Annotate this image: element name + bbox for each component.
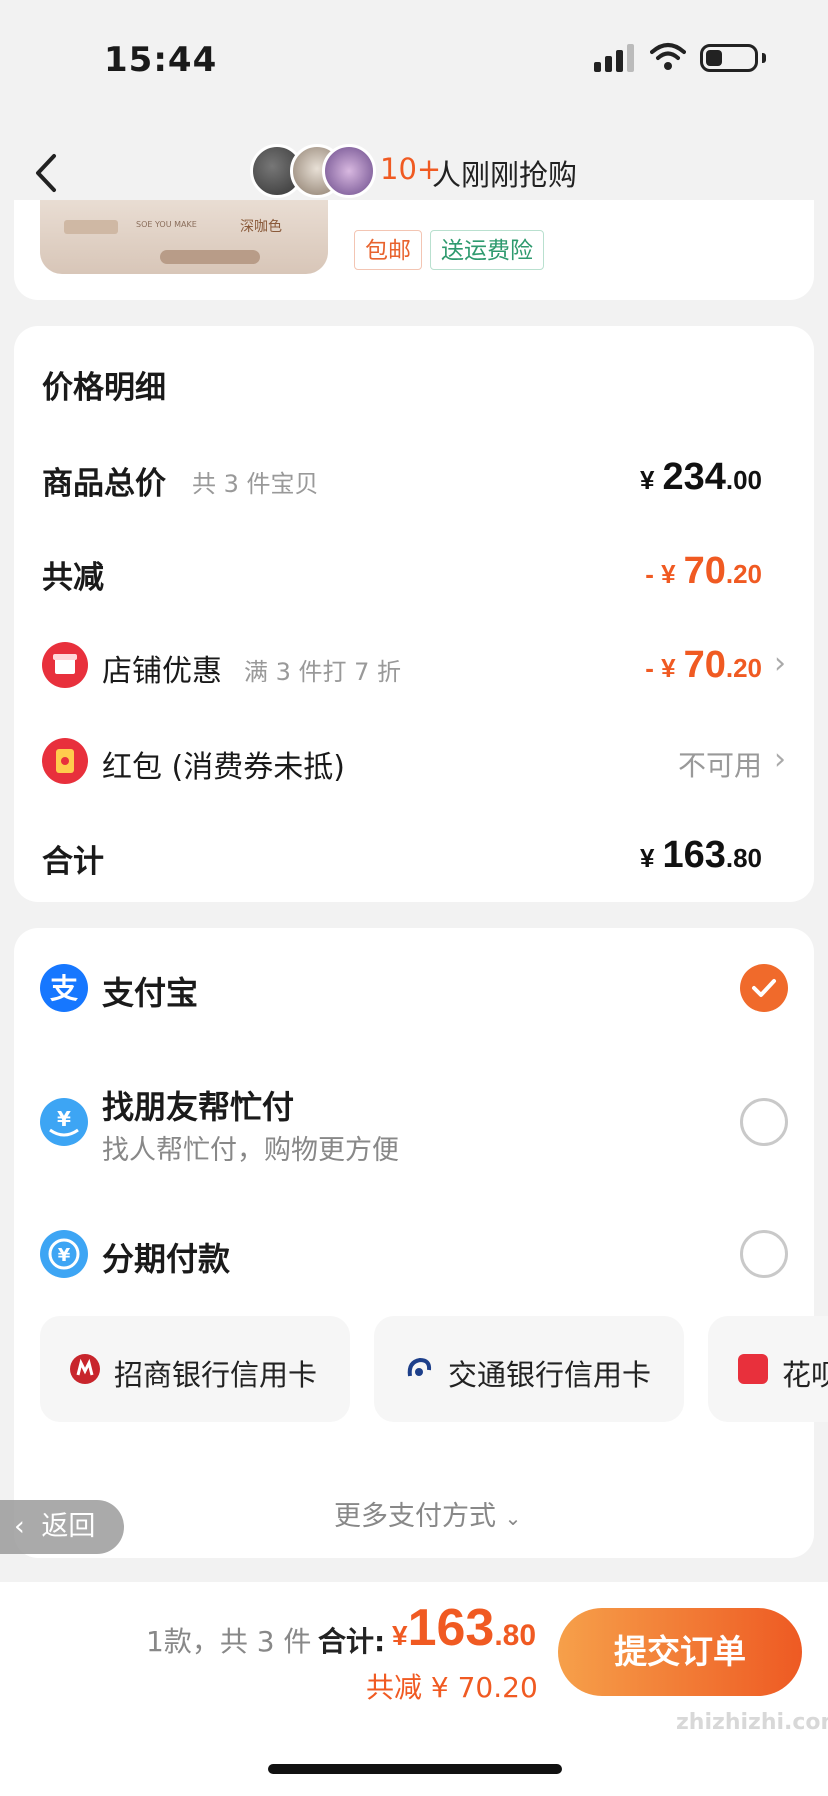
red-packet-status[interactable]: 不可用 (678, 744, 762, 784)
submit-order-button[interactable]: 提交订单 (558, 1608, 802, 1696)
chevron-right-icon[interactable]: › (774, 742, 786, 777)
bocom-credit-card-chip[interactable]: 交通银行信用卡 (374, 1316, 684, 1422)
shipping-insurance-tag: 送运费险 (430, 230, 544, 270)
floating-back-button[interactable]: ‹ 返回 (0, 1500, 124, 1554)
cmb-credit-card-label: 招商银行信用卡 (114, 1358, 318, 1392)
friend-pay-subtitle: 找人帮忙付，购物更方便 (102, 1135, 399, 1166)
installment-radio[interactable] (740, 1230, 788, 1278)
product-image[interactable]: SOE YOU MAKE 深咖色 (40, 200, 328, 274)
installment-icon: ¥ (40, 1230, 88, 1278)
subtotal-amount: ¥163.80 (639, 834, 762, 876)
shop-discount-note: 满 3 件打 7 折 (244, 658, 402, 686)
installment-option-label[interactable]: 分期付款 (102, 1234, 230, 1280)
huabei-chip[interactable]: 花呗 (708, 1316, 828, 1422)
bocom-credit-card-label: 交通银行信用卡 (448, 1358, 652, 1392)
recent-buyers-text: 人刚刚抢购 (432, 158, 578, 192)
shop-discount-amount[interactable]: - ¥70.20 (645, 644, 762, 687)
status-time: 15:44 (104, 40, 218, 80)
svg-text:支: 支 (50, 972, 78, 1005)
product-color-label: 深咖色 (240, 219, 282, 235)
bocom-bank-icon (404, 1354, 434, 1384)
red-packet-icon (42, 738, 88, 784)
goods-total-amount: ¥234.00 (639, 456, 762, 498)
back-arrow-icon[interactable] (26, 148, 66, 198)
cmb-credit-card-chip[interactable]: 招商银行信用卡 (40, 1316, 350, 1422)
battery-tip (762, 53, 766, 63)
cellular-signal-icon (594, 44, 634, 72)
huabei-label: 花呗 (782, 1358, 828, 1392)
total-discount-label: 共减 (42, 560, 104, 596)
watermark: zhizhizhi.com (676, 1710, 828, 1735)
home-indicator (268, 1764, 562, 1774)
free-shipping-tag: 包邮 (354, 230, 422, 270)
shop-discount-label: 店铺优惠 (102, 654, 222, 689)
friend-pay-option-label[interactable]: 找朋友帮忙付 (102, 1082, 294, 1128)
svg-text:¥: ¥ (58, 1245, 71, 1266)
price-detail-title: 价格明细 (42, 370, 166, 406)
friend-pay-icon: ¥ (40, 1098, 88, 1146)
huabei-icon (738, 1354, 768, 1384)
svg-text:¥: ¥ (57, 1107, 71, 1131)
footer-saved-amount: 共减 ¥ 70.20 (366, 1671, 538, 1704)
footer-total-label: 合计: (318, 1625, 386, 1658)
avatar (322, 144, 376, 198)
alipay-radio-selected[interactable] (740, 964, 788, 1012)
item-count: 1款，共 3 件 (146, 1625, 312, 1658)
red-packet-label: 红包 (消费券未抵) (102, 750, 345, 785)
price-detail-card (14, 326, 814, 902)
footer-total-amount: ¥163.80 (392, 1599, 537, 1657)
shop-icon (42, 642, 88, 688)
goods-count-note: 共 3 件宝贝 (192, 470, 319, 498)
more-payment-methods[interactable]: 更多支付方式 ⌄ (334, 1494, 521, 1533)
goods-total-label: 商品总价 (42, 466, 166, 502)
cmb-bank-icon (70, 1354, 100, 1384)
alipay-icon: 支 (40, 964, 88, 1012)
chevron-left-icon: ‹ (14, 1511, 25, 1542)
more-payment-methods-label: 更多支付方式 (334, 1501, 496, 1532)
subtotal-label: 合计 (42, 844, 104, 880)
floating-back-label: 返回 (41, 1511, 96, 1542)
chevron-down-icon: ⌄ (504, 1506, 522, 1530)
chevron-right-icon[interactable]: › (774, 646, 786, 681)
friend-pay-radio[interactable] (740, 1098, 788, 1146)
total-discount-amount: - ¥70.20 (645, 550, 762, 592)
battery-icon (700, 44, 758, 72)
wifi-icon (650, 43, 686, 70)
product-image-label: SOE YOU MAKE (136, 220, 197, 229)
alipay-option-label[interactable]: 支付宝 (102, 968, 198, 1014)
